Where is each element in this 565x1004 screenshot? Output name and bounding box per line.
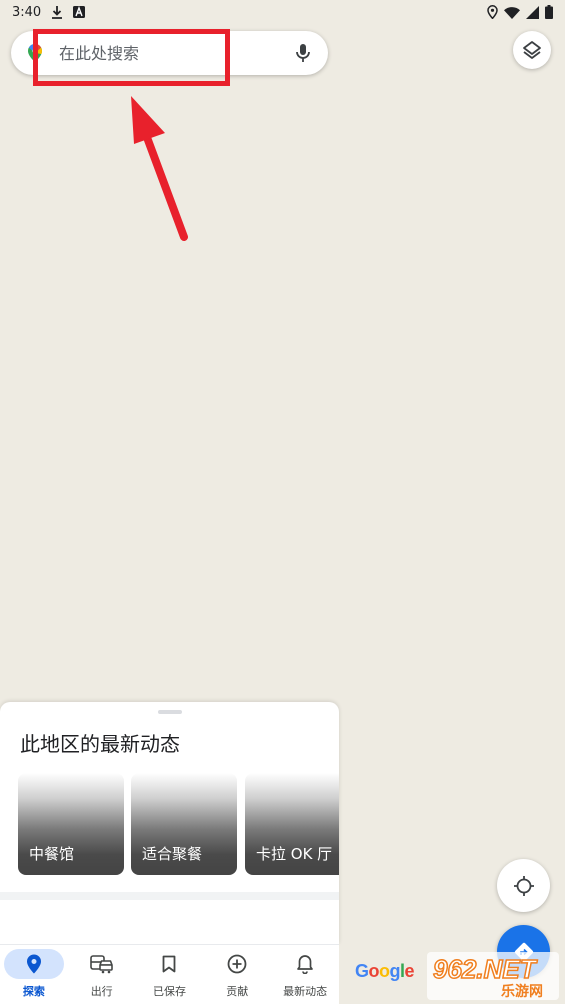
nav-item-updates[interactable]: 最新动态 <box>271 945 339 1004</box>
category-cards-row[interactable]: 中餐馆 适合聚餐 卡拉 OK 厅 <box>18 773 339 875</box>
my-location-icon <box>513 875 534 896</box>
add-circle-icon <box>227 954 247 974</box>
nav-label: 探索 <box>22 985 45 998</box>
bell-icon <box>297 955 313 974</box>
bottom-navigation[interactable]: 探索 出行 已保存 贡献 最新动态 <box>0 944 339 1004</box>
category-card-karaoke[interactable]: 卡拉 OK 厅 <box>245 773 339 875</box>
commute-icon <box>89 955 113 974</box>
nav-item-explore[interactable]: 探索 <box>0 945 68 1004</box>
wifi-icon <box>504 6 520 19</box>
category-card-group-dining[interactable]: 适合聚餐 <box>131 773 237 875</box>
nav-item-saved[interactable]: 已保存 <box>136 945 204 1004</box>
nav-label: 最新动态 <box>283 985 328 998</box>
bottom-sheet[interactable]: 此地区的最新动态 中餐馆 适合聚餐 卡拉 OK 厅 <box>0 702 339 944</box>
bookmark-icon <box>163 955 176 973</box>
sheet-drag-handle[interactable] <box>158 710 182 714</box>
nav-label: 已保存 <box>152 985 186 998</box>
my-location-button[interactable] <box>497 859 550 912</box>
app-badge-icon <box>73 6 86 18</box>
layers-icon <box>523 41 541 59</box>
status-bar: 3:40 <box>0 0 565 24</box>
nav-label: 出行 <box>90 985 113 998</box>
signal-icon <box>526 5 539 19</box>
nav-label: 贡献 <box>226 985 249 998</box>
status-time: 3:40 <box>12 4 42 20</box>
location-pin-icon <box>487 5 498 19</box>
category-card-label: 中餐馆 <box>29 845 75 863</box>
annotation-highlight-box <box>33 29 230 86</box>
category-card-label: 卡拉 OK 厅 <box>256 845 333 863</box>
sheet-divider <box>0 892 339 900</box>
category-card-chinese-restaurant[interactable]: 中餐馆 <box>18 773 124 875</box>
category-card-label: 适合聚餐 <box>142 845 203 863</box>
mic-icon[interactable] <box>292 42 314 64</box>
nav-item-commute[interactable]: 出行 <box>68 945 136 1004</box>
sheet-title: 此地区的最新动态 <box>20 732 180 756</box>
download-icon <box>52 5 63 19</box>
google-logo: Google <box>355 961 415 981</box>
watermark-sub: 乐游网 <box>501 984 543 1000</box>
layers-button[interactable] <box>513 31 551 69</box>
explore-pin-icon <box>26 954 41 974</box>
watermark: 962.NET 乐游网 <box>427 952 559 1000</box>
annotation-arrow <box>131 96 188 241</box>
battery-icon <box>545 5 553 19</box>
nav-item-contribute[interactable]: 贡献 <box>203 945 271 1004</box>
